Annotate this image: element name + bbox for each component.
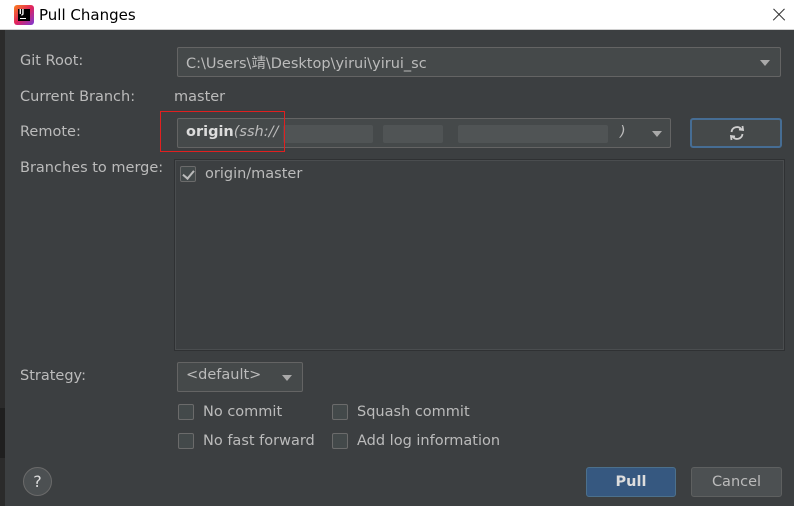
current-branch-label: Current Branch:: [20, 89, 136, 105]
squash-commit-label: Squash commit: [357, 404, 470, 420]
branch-label: origin/master: [205, 166, 303, 182]
no-fast-forward-checkbox[interactable]: [178, 433, 194, 449]
no-commit-checkbox[interactable]: [178, 404, 194, 420]
no-commit-option[interactable]: No commit: [178, 404, 282, 420]
no-fast-forward-label: No fast forward: [203, 433, 315, 449]
squash-commit-checkbox[interactable]: [332, 404, 348, 420]
git-root-label: Git Root:: [20, 53, 84, 69]
add-log-information-label: Add log information: [357, 433, 501, 449]
cancel-button[interactable]: Cancel: [691, 467, 782, 497]
chevron-down-icon: [760, 60, 770, 66]
current-branch-value: master: [174, 89, 226, 105]
chevron-down-icon: [652, 131, 662, 137]
redacted-url-segment: [383, 125, 443, 143]
intellij-app-icon: [14, 5, 34, 25]
strategy-dropdown[interactable]: <default>: [177, 362, 303, 392]
git-root-value: C:\Users\靖\Desktop\yirui\yirui_sc: [186, 56, 427, 72]
strategy-value: <default>: [186, 367, 262, 383]
redacted-url-segment: [283, 125, 373, 143]
annotation-highlight-box: [160, 111, 285, 152]
background-editor-strip: [0, 30, 5, 506]
no-fast-forward-option[interactable]: No fast forward: [178, 433, 315, 449]
git-root-dropdown[interactable]: C:\Users\靖\Desktop\yirui\yirui_sc: [177, 47, 781, 77]
window-title: Pull Changes: [39, 6, 136, 24]
refresh-remotes-button[interactable]: [690, 118, 782, 148]
help-button[interactable]: ?: [23, 467, 52, 496]
refresh-icon: [729, 125, 745, 141]
close-icon[interactable]: [766, 3, 792, 27]
remote-label: Remote:: [20, 124, 81, 140]
branch-item-origin-master[interactable]: origin/master: [180, 166, 302, 182]
remote-url-suffix: ): [620, 124, 626, 140]
pull-button[interactable]: Pull: [586, 467, 676, 497]
add-log-information-checkbox[interactable]: [332, 433, 348, 449]
chevron-down-icon: [282, 375, 292, 381]
no-commit-label: No commit: [203, 404, 283, 420]
branches-to-merge-label: Branches to merge:: [20, 160, 164, 176]
redacted-url-segment: [458, 125, 608, 143]
branch-checkbox[interactable]: [180, 166, 196, 182]
add-log-information-option[interactable]: Add log information: [332, 433, 500, 449]
squash-commit-option[interactable]: Squash commit: [332, 404, 470, 420]
title-bar: Pull Changes: [0, 0, 794, 30]
branches-list: origin/master: [174, 159, 785, 351]
strategy-label: Strategy:: [20, 368, 86, 384]
